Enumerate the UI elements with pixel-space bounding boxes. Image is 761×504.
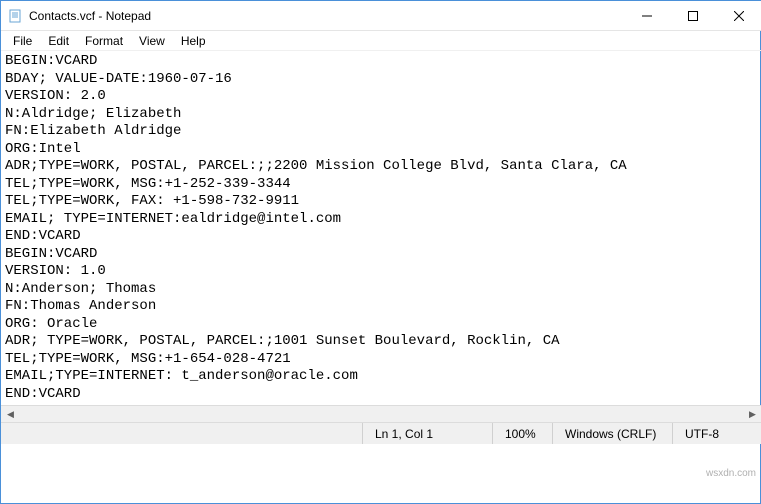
menu-edit[interactable]: Edit: [40, 32, 77, 50]
notepad-icon: [7, 8, 23, 24]
menubar: File Edit Format View Help: [1, 31, 761, 51]
horizontal-scrollbar[interactable]: ◀ ▶: [1, 405, 761, 422]
menu-format[interactable]: Format: [77, 32, 131, 50]
maximize-button[interactable]: [670, 1, 716, 30]
minimize-button[interactable]: [624, 1, 670, 30]
status-position: Ln 1, Col 1: [362, 423, 492, 444]
status-encoding: UTF-8: [672, 423, 761, 444]
status-line-ending: Windows (CRLF): [552, 423, 672, 444]
text-editor[interactable]: BEGIN:VCARD BDAY; VALUE-DATE:1960-07-16 …: [1, 51, 761, 405]
statusbar: Ln 1, Col 1 100% Windows (CRLF) UTF-8: [1, 422, 761, 444]
scroll-right-icon[interactable]: ▶: [745, 407, 760, 422]
scroll-left-icon[interactable]: ◀: [3, 407, 18, 422]
menu-view[interactable]: View: [131, 32, 173, 50]
status-zoom: 100%: [492, 423, 552, 444]
watermark: wsxdn.com: [706, 468, 756, 479]
window-title: Contacts.vcf - Notepad: [29, 9, 624, 23]
menu-help[interactable]: Help: [173, 32, 214, 50]
menu-file[interactable]: File: [5, 32, 40, 50]
close-button[interactable]: [716, 1, 761, 30]
window-controls: [624, 1, 761, 30]
titlebar: Contacts.vcf - Notepad: [1, 1, 761, 31]
